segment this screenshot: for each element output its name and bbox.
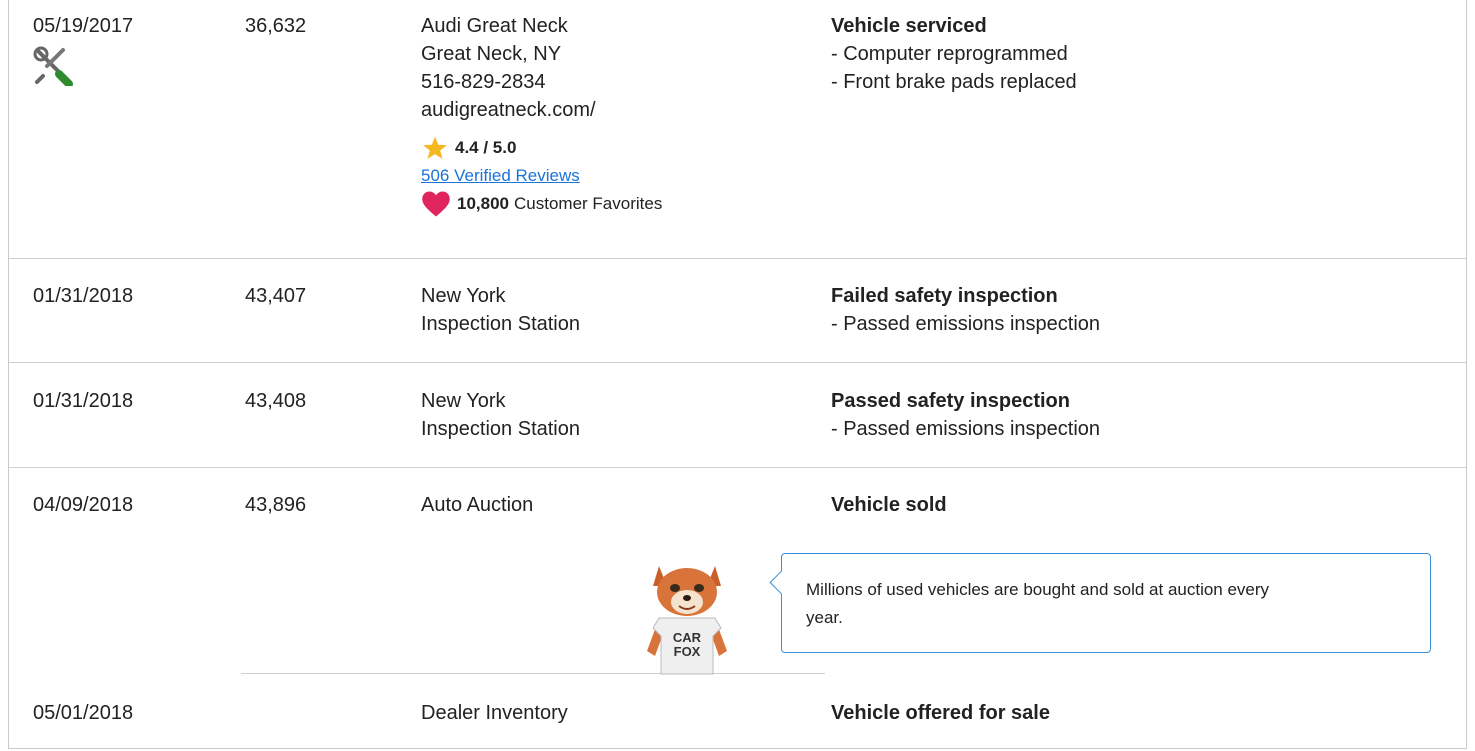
source-cell: Dealer Inventory bbox=[421, 699, 568, 727]
source-cell: New York Inspection Station bbox=[421, 387, 580, 443]
record-date-cell: 05/19/2017 bbox=[33, 12, 133, 94]
verified-reviews-link[interactable]: 506 Verified Reviews bbox=[421, 164, 662, 188]
record-date: 05/01/2018 bbox=[33, 702, 134, 724]
mascot-shirt-text: CAR bbox=[673, 630, 702, 645]
star-icon bbox=[423, 136, 447, 159]
source-name: Auto Auction bbox=[421, 494, 534, 516]
favorites-count: 10,800 bbox=[457, 194, 509, 213]
comments-cell: Vehicle offered for sale bbox=[831, 699, 1050, 727]
source-name-2: Inspection Station bbox=[421, 418, 580, 440]
record-date: 01/31/2018 bbox=[33, 390, 134, 412]
source-cell: Auto Auction bbox=[421, 491, 533, 519]
favorites-label: Customer Favorites bbox=[514, 194, 663, 213]
record-date: 05/19/2017 bbox=[33, 15, 134, 37]
comments-cell: Failed safety inspection - Passed emissi… bbox=[831, 282, 1100, 338]
source-cell: Audi Great Neck Great Neck, NY 516-829-2… bbox=[421, 12, 662, 218]
dealer-rating: 4.4 / 5.0 bbox=[421, 134, 662, 162]
odometer: 36,632 bbox=[245, 15, 307, 37]
source-name: Audi Great Neck bbox=[421, 15, 568, 37]
source-location: Great Neck, NY bbox=[421, 43, 562, 65]
carfox-mascot: CAR FOX bbox=[637, 556, 737, 681]
comments-cell: Vehicle sold bbox=[831, 491, 947, 519]
comment-title: Failed safety inspection bbox=[831, 285, 1058, 307]
source-name: Dealer Inventory bbox=[421, 702, 568, 724]
table-row: 01/31/2018 43,408 New York Inspection St… bbox=[9, 362, 1466, 468]
comments-cell: Vehicle serviced - Computer reprogrammed… bbox=[831, 12, 1077, 96]
auction-tip-bubble: Millions of used vehicles are bought and… bbox=[769, 553, 1431, 653]
source-name: New York bbox=[421, 390, 506, 412]
odometer: 43,896 bbox=[245, 494, 307, 516]
odometer: 43,407 bbox=[245, 285, 307, 307]
source-name-2: Inspection Station bbox=[421, 313, 580, 335]
record-date: 04/09/2018 bbox=[33, 494, 134, 516]
table-row: 05/19/2017 36,632 Audi Great Neck Great … bbox=[9, 0, 1466, 259]
vehicle-history-table: 05/19/2017 36,632 Audi Great Neck Great … bbox=[8, 0, 1467, 749]
tip-text: Millions of used vehicles are bought and… bbox=[806, 580, 1270, 599]
source-cell: New York Inspection Station bbox=[421, 282, 580, 338]
comment-title: Vehicle serviced bbox=[831, 15, 987, 37]
tip-text: year. bbox=[806, 608, 843, 627]
comment-line: - Computer reprogrammed bbox=[831, 43, 1068, 65]
record-date: 01/31/2018 bbox=[33, 285, 134, 307]
table-row: 05/01/2018 Dealer Inventory Vehicle offe… bbox=[9, 674, 1466, 749]
comment-title: Vehicle sold bbox=[831, 494, 947, 516]
comment-line: - Front brake pads replaced bbox=[831, 71, 1077, 93]
source-name: New York bbox=[421, 285, 506, 307]
rating-value: 4.4 / 5.0 bbox=[455, 138, 517, 157]
mascot-shirt-text: FOX bbox=[674, 644, 701, 659]
heart-icon bbox=[422, 191, 450, 217]
service-tools-icon bbox=[33, 46, 133, 94]
table-row: 01/31/2018 43,407 New York Inspection St… bbox=[9, 258, 1466, 363]
comment-title: Vehicle offered for sale bbox=[831, 702, 1050, 724]
comments-cell: Passed safety inspection - Passed emissi… bbox=[831, 387, 1100, 443]
comment-line: - Passed emissions inspection bbox=[831, 418, 1101, 440]
odometer: 43,408 bbox=[245, 390, 307, 412]
comment-line: - Passed emissions inspection bbox=[831, 313, 1101, 335]
source-website[interactable]: audigreatneck.com/ bbox=[421, 96, 662, 124]
source-phone: 516-829-2834 bbox=[421, 71, 546, 93]
comment-title: Passed safety inspection bbox=[831, 390, 1070, 412]
customer-favorites: 10,800 Customer Favorites bbox=[421, 190, 662, 218]
